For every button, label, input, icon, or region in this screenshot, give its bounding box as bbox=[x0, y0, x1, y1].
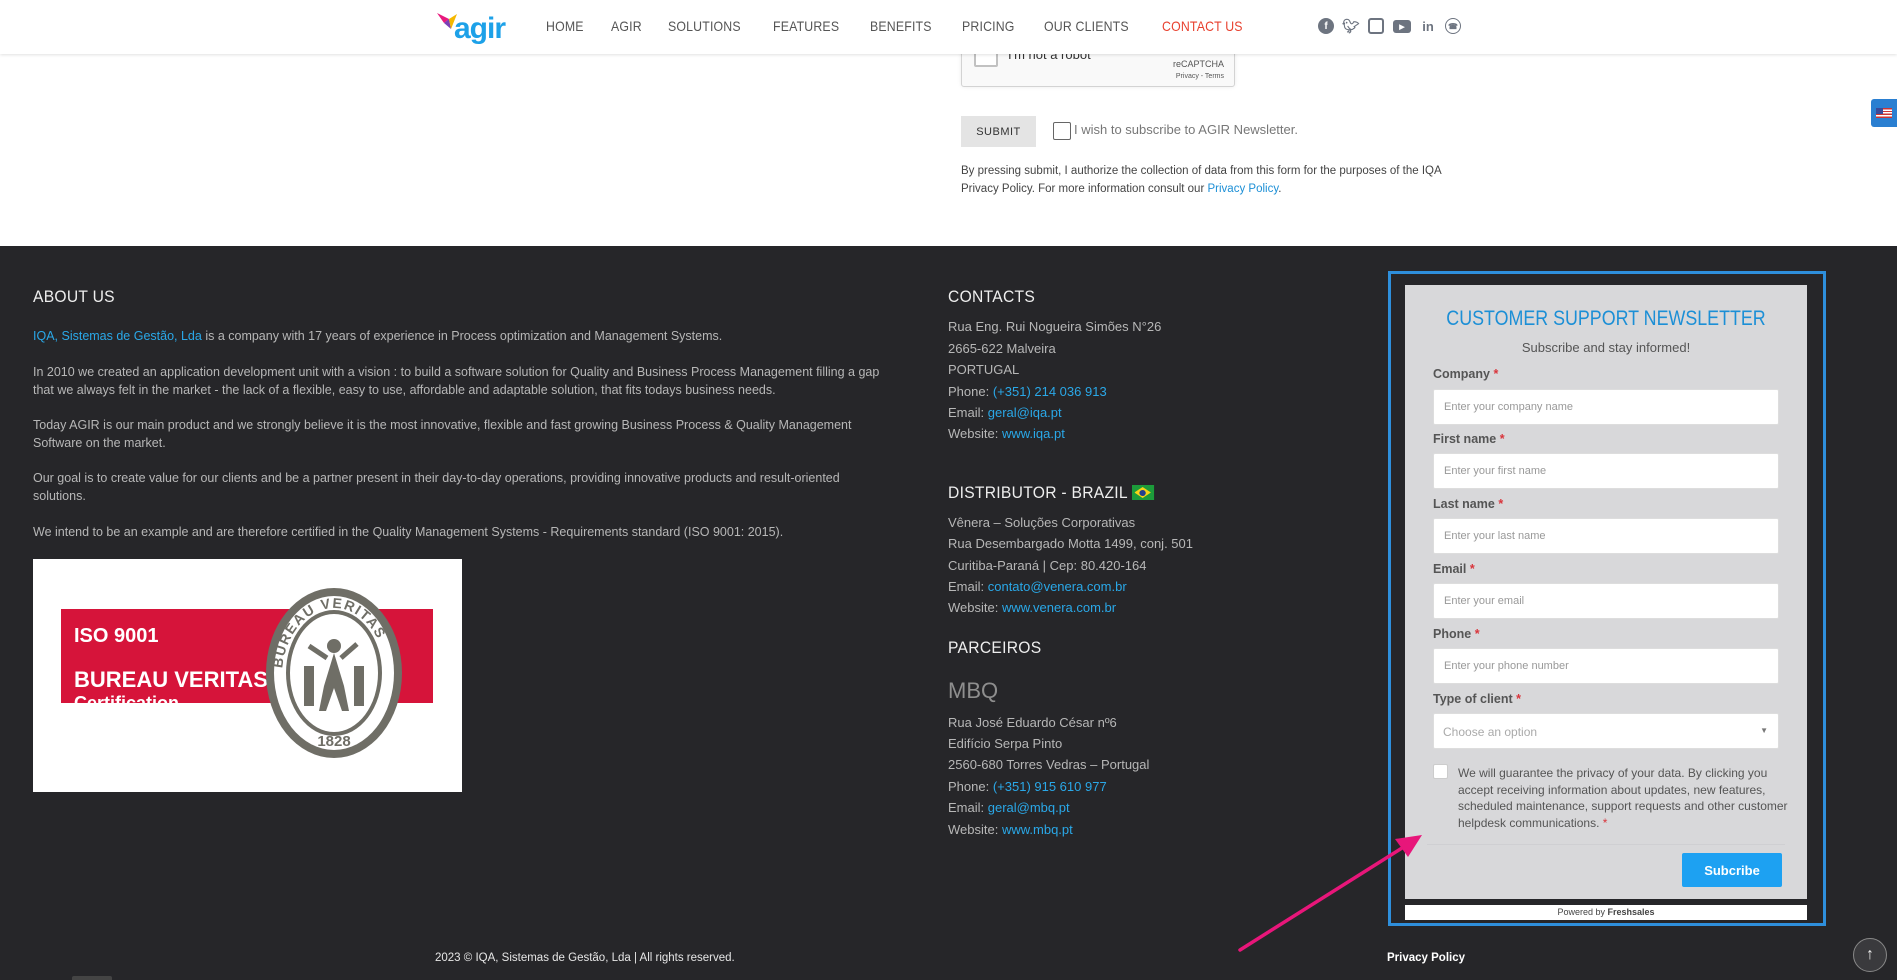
contacts-phone-line: Phone: (+351) 214 036 913 bbox=[948, 384, 1107, 399]
newsletter-form: CUSTOMER SUPPORT NEWSLETTER Subscribe an… bbox=[1405, 285, 1807, 899]
iso-bureau: BUREAU VERITAS bbox=[74, 667, 268, 692]
main-menu: HOME AGIR SOLUTIONS FEATURES BENEFITS PR… bbox=[546, 18, 1276, 34]
about-paragraph-1: IQA, Sistemas de Gestão, Lda is a compan… bbox=[33, 329, 723, 343]
partner-website-line: Website: www.mbq.pt bbox=[948, 822, 1073, 837]
distributor-website-line: Website: www.venera.com.br bbox=[948, 600, 1117, 615]
scroll-to-top-button[interactable]: ↑ bbox=[1853, 938, 1887, 972]
partner-phone-line: Phone: (+351) 915 610 977 bbox=[948, 779, 1107, 794]
whatsapp-icon[interactable]: ☎ bbox=[1445, 18, 1461, 34]
newsletter-checkbox[interactable] bbox=[1053, 122, 1071, 140]
client-type-label: Type of client * bbox=[1433, 692, 1521, 706]
about-us-heading: ABOUT US bbox=[33, 287, 115, 306]
footer-privacy-policy-link[interactable]: Privacy Policy bbox=[1387, 952, 1465, 964]
powered-by: Powered by Freshsales bbox=[1405, 905, 1807, 920]
language-switcher[interactable] bbox=[1871, 99, 1897, 127]
newsletter-title: CUSTOMER SUPPORT NEWSLETTER bbox=[1446, 307, 1766, 330]
bottom-tab-handle bbox=[72, 976, 112, 980]
partner-address-2: Edifício Serpa Pinto bbox=[948, 736, 1063, 751]
privacy-consent-text: By pressing submit, I authorize the coll… bbox=[961, 165, 1442, 195]
iqa-link[interactable]: IQA, Sistemas de Gestão, Lda bbox=[33, 329, 202, 343]
us-flag-icon bbox=[1876, 108, 1892, 118]
first-name-input[interactable] bbox=[1433, 453, 1779, 489]
form-divider bbox=[1427, 844, 1785, 845]
contacts-website-line: Website: www.iqa.pt bbox=[948, 426, 1065, 441]
facebook-icon[interactable]: f bbox=[1318, 18, 1334, 34]
consent-text: We will guarantee the privacy of your da… bbox=[1458, 766, 1788, 830]
company-input[interactable] bbox=[1433, 389, 1779, 425]
about-paragraph-2: In 2010 we created an application develo… bbox=[33, 365, 880, 397]
nav-agir[interactable]: AGIR bbox=[611, 18, 642, 34]
bureau-veritas-seal-icon: BUREAU VERITAS 1828 bbox=[266, 588, 402, 758]
email-input[interactable] bbox=[1433, 583, 1779, 619]
last-name-label: Last name * bbox=[1433, 497, 1504, 511]
contacts-address-1: Rua Eng. Rui Nogueira Simões N°26 bbox=[948, 319, 1162, 334]
nav-home[interactable]: HOME bbox=[546, 18, 584, 34]
twitter-icon[interactable]: 🐦︎ bbox=[1342, 18, 1360, 34]
nav-our-clients[interactable]: OUR CLIENTS bbox=[1044, 18, 1129, 34]
client-type-value: Choose an option bbox=[1443, 725, 1538, 739]
newsletter-subtitle: Subscribe and stay informed! bbox=[1521, 340, 1691, 355]
social-links: f 🐦︎ ▶ in ☎ bbox=[1318, 18, 1461, 34]
partner-name: MBQ bbox=[948, 678, 999, 703]
about-paragraph-3: Today AGIR is our main product and we st… bbox=[33, 418, 852, 450]
partner-email-line: Email: geral@mbq.pt bbox=[948, 800, 1070, 815]
agir-logo[interactable]: agir bbox=[435, 10, 506, 46]
youtube-icon[interactable]: ▶ bbox=[1393, 20, 1411, 33]
iso-title: ISO 9001 bbox=[74, 625, 159, 647]
consent-checkbox[interactable] bbox=[1433, 764, 1448, 779]
about-paragraph-4: Our goal is to create value for our clie… bbox=[33, 471, 840, 503]
iso-certification-badge: ISO 9001 BUREAU VERITAS Certification BU… bbox=[33, 559, 462, 792]
nav-benefits[interactable]: BENEFITS bbox=[870, 18, 932, 34]
newsletter-checkbox-label: I wish to subscribe to AGIR Newsletter. bbox=[1074, 122, 1298, 137]
contacts-email-line: Email: geral@iqa.pt bbox=[948, 405, 1062, 420]
phone-input[interactable] bbox=[1433, 648, 1779, 684]
about-paragraph-5: We intend to be an example and are there… bbox=[33, 525, 784, 539]
privacy-policy-link[interactable]: Privacy Policy bbox=[1208, 183, 1279, 195]
distributor-address-2: Curitiba-Paraná | Cep: 80.420-164 bbox=[948, 558, 1147, 573]
subscribe-button[interactable]: Subcribe bbox=[1682, 853, 1782, 887]
client-type-select[interactable]: Choose an option ▼ bbox=[1433, 713, 1779, 749]
distributor-heading: DISTRIBUTOR - BRAZIL bbox=[948, 483, 1154, 503]
logo-text: agir bbox=[454, 12, 506, 45]
recaptcha-brand: reCAPTCHA bbox=[1172, 59, 1224, 69]
iso-certification: Certification bbox=[74, 693, 180, 713]
contacts-website-link[interactable]: www.iqa.pt bbox=[1002, 426, 1065, 441]
distributor-address-1: Rua Desembargado Motta 1499, conj. 501 bbox=[948, 536, 1193, 551]
partners-heading: PARCEIROS bbox=[948, 638, 1042, 657]
contacts-country: PORTUGAL bbox=[948, 362, 1020, 377]
recaptcha-terms[interactable]: Privacy - Terms bbox=[1176, 73, 1224, 80]
contacts-email-link[interactable]: geral@iqa.pt bbox=[988, 405, 1062, 420]
chevron-down-icon: ▼ bbox=[1760, 726, 1768, 735]
seal-year: 1828 bbox=[317, 733, 350, 750]
partner-address-1: Rua José Eduardo César nº6 bbox=[948, 715, 1117, 730]
distributor-email-link[interactable]: contato@venera.com.br bbox=[988, 579, 1127, 594]
partner-website-link[interactable]: www.mbq.pt bbox=[1002, 822, 1073, 837]
distributor-name: Vênera – Soluções Corporativas bbox=[948, 515, 1136, 530]
nav-contact-us[interactable]: CONTACT US bbox=[1162, 18, 1243, 34]
nav-solutions[interactable]: SOLUTIONS bbox=[668, 18, 741, 34]
distributor-email-line: Email: contato@venera.com.br bbox=[948, 579, 1127, 594]
contacts-phone-link[interactable]: (+351) 214 036 913 bbox=[993, 384, 1107, 399]
first-name-label: First name * bbox=[1433, 432, 1505, 446]
instagram-icon[interactable] bbox=[1368, 18, 1384, 34]
submit-button[interactable]: SUBMIT bbox=[961, 116, 1036, 147]
email-label: Email * bbox=[1433, 562, 1475, 576]
freshsales-brand[interactable]: Freshsales bbox=[1608, 907, 1655, 917]
linkedin-icon[interactable]: in bbox=[1420, 18, 1436, 34]
contacts-heading: CONTACTS bbox=[948, 287, 1036, 306]
partner-address-3: 2560-680 Torres Vedras – Portugal bbox=[948, 757, 1150, 772]
top-navigation-bar: agir HOME AGIR SOLUTIONS FEATURES BENEFI… bbox=[0, 0, 1897, 54]
phone-label: Phone * bbox=[1433, 627, 1480, 641]
last-name-input[interactable] bbox=[1433, 518, 1779, 554]
partner-email-link[interactable]: geral@mbq.pt bbox=[988, 800, 1070, 815]
brazil-flag-icon bbox=[1131, 485, 1154, 500]
distributor-website-link[interactable]: www.venera.com.br bbox=[1002, 600, 1116, 615]
nav-features[interactable]: FEATURES bbox=[773, 18, 839, 34]
arrow-up-icon: ↑ bbox=[1866, 946, 1874, 963]
contacts-address-2: 2665-622 Malveira bbox=[948, 341, 1056, 356]
copyright-text: 2023 © IQA, Sistemas de Gestão, Lda | Al… bbox=[435, 952, 735, 964]
company-label: Company * bbox=[1433, 367, 1499, 381]
nav-pricing[interactable]: PRICING bbox=[962, 18, 1015, 34]
partner-phone-link[interactable]: (+351) 915 610 977 bbox=[993, 779, 1107, 794]
